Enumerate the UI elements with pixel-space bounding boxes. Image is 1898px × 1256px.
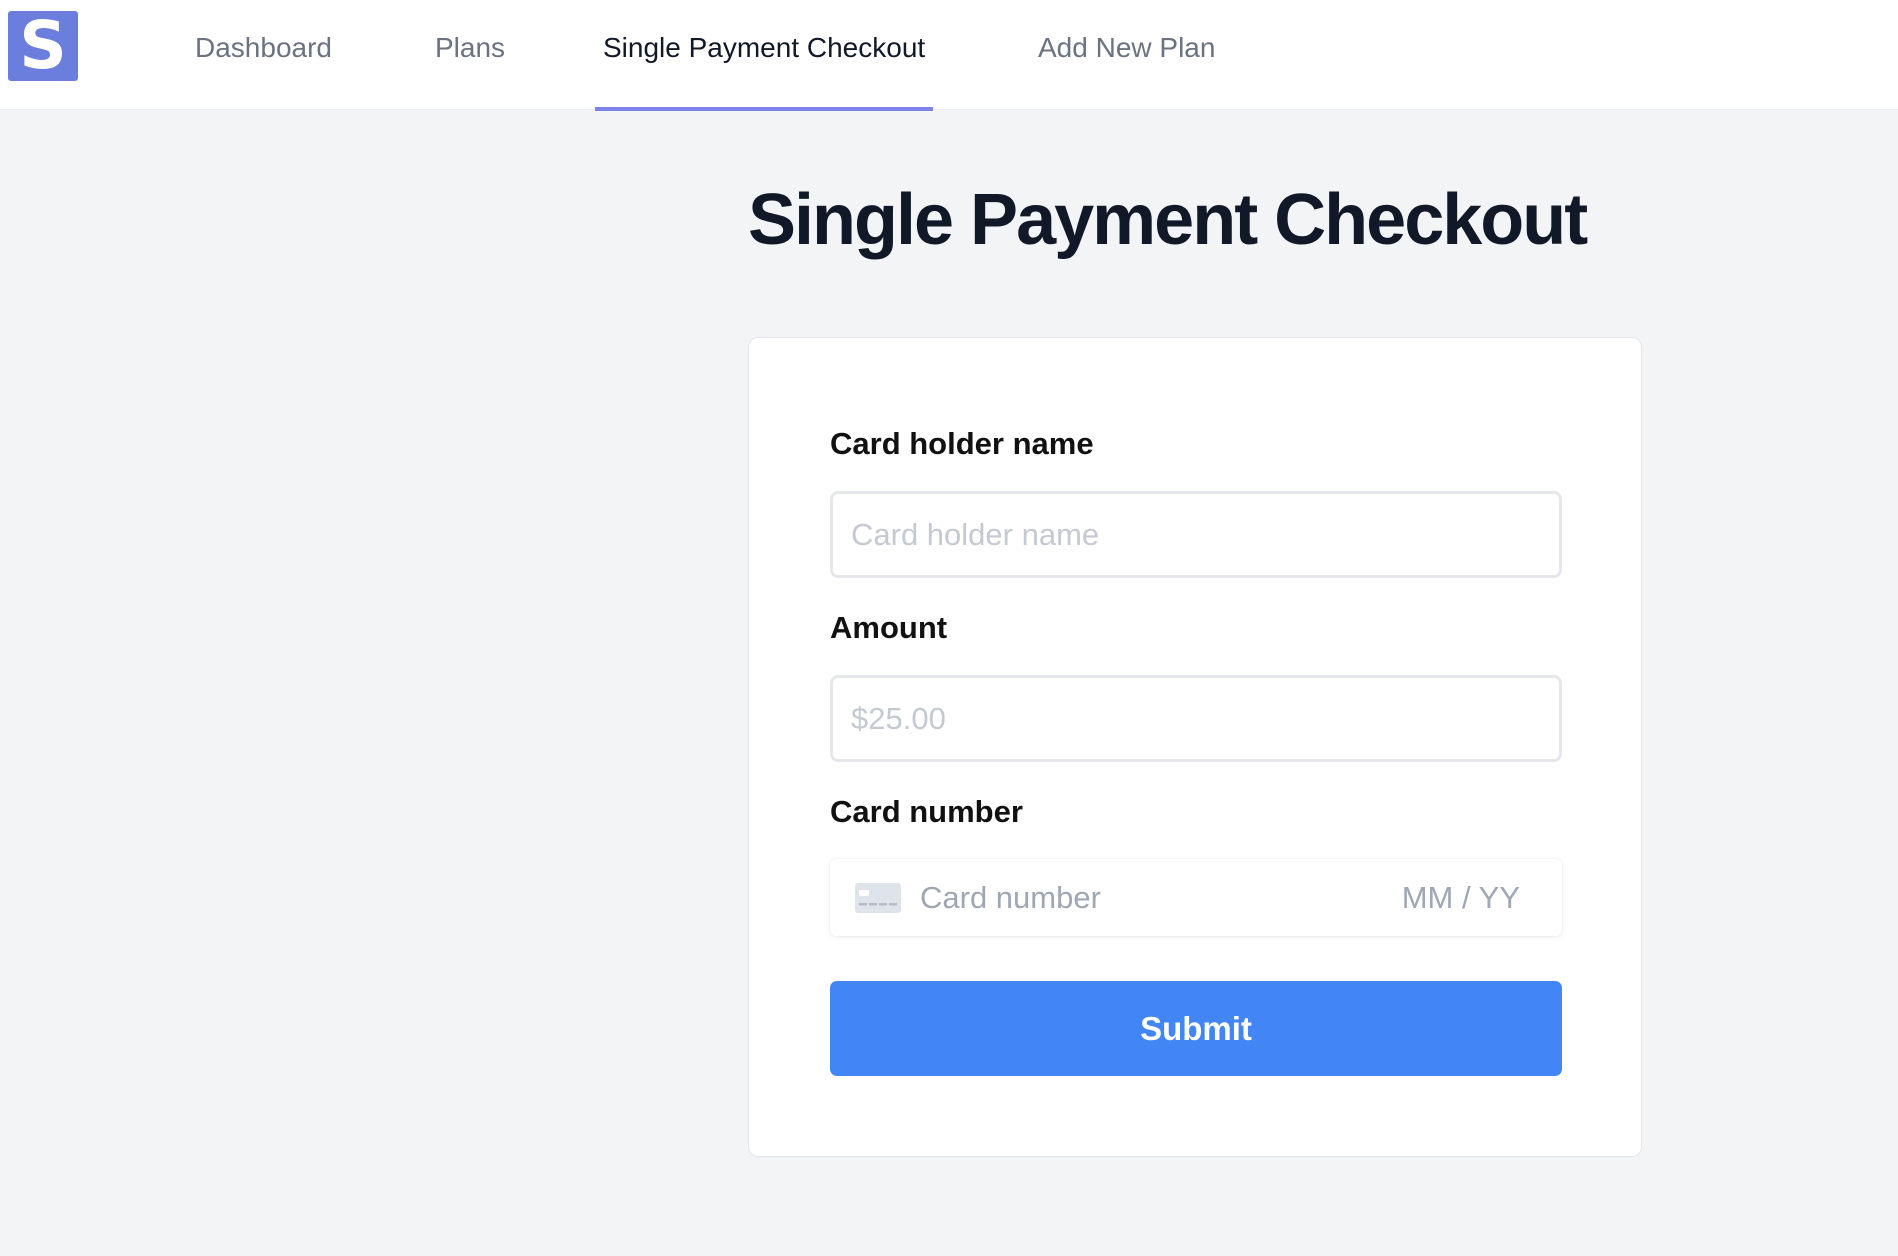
nav-item-single-payment-checkout[interactable]: Single Payment Checkout [594,0,934,111]
checkout-form-card: Card holder name Amount Card number Card… [748,337,1642,1157]
card-number-label: Card number [830,794,1023,829]
app-logo[interactable]: S [8,11,78,81]
card-number-placeholder[interactable]: Card number [920,859,1101,936]
nav-item-dashboard[interactable]: Dashboard [195,0,332,110]
nav-item-add-new-plan[interactable]: Add New Plan [1038,0,1215,110]
card-number-field[interactable]: Card number MM / YY [830,859,1562,936]
amount-input[interactable] [830,675,1562,762]
amount-label: Amount [830,610,948,645]
card-expiry-placeholder[interactable]: MM / YY [1402,859,1520,936]
nav-item-plans[interactable]: Plans [435,0,505,110]
card-holder-name-input[interactable] [830,491,1562,578]
submit-button[interactable]: Submit [830,981,1562,1076]
page-title: Single Payment Checkout [748,180,1588,260]
card-holder-name-label: Card holder name [830,426,1094,461]
credit-card-icon [855,883,901,913]
top-navigation: S Dashboard Plans Single Payment Checkou… [0,0,1898,111]
